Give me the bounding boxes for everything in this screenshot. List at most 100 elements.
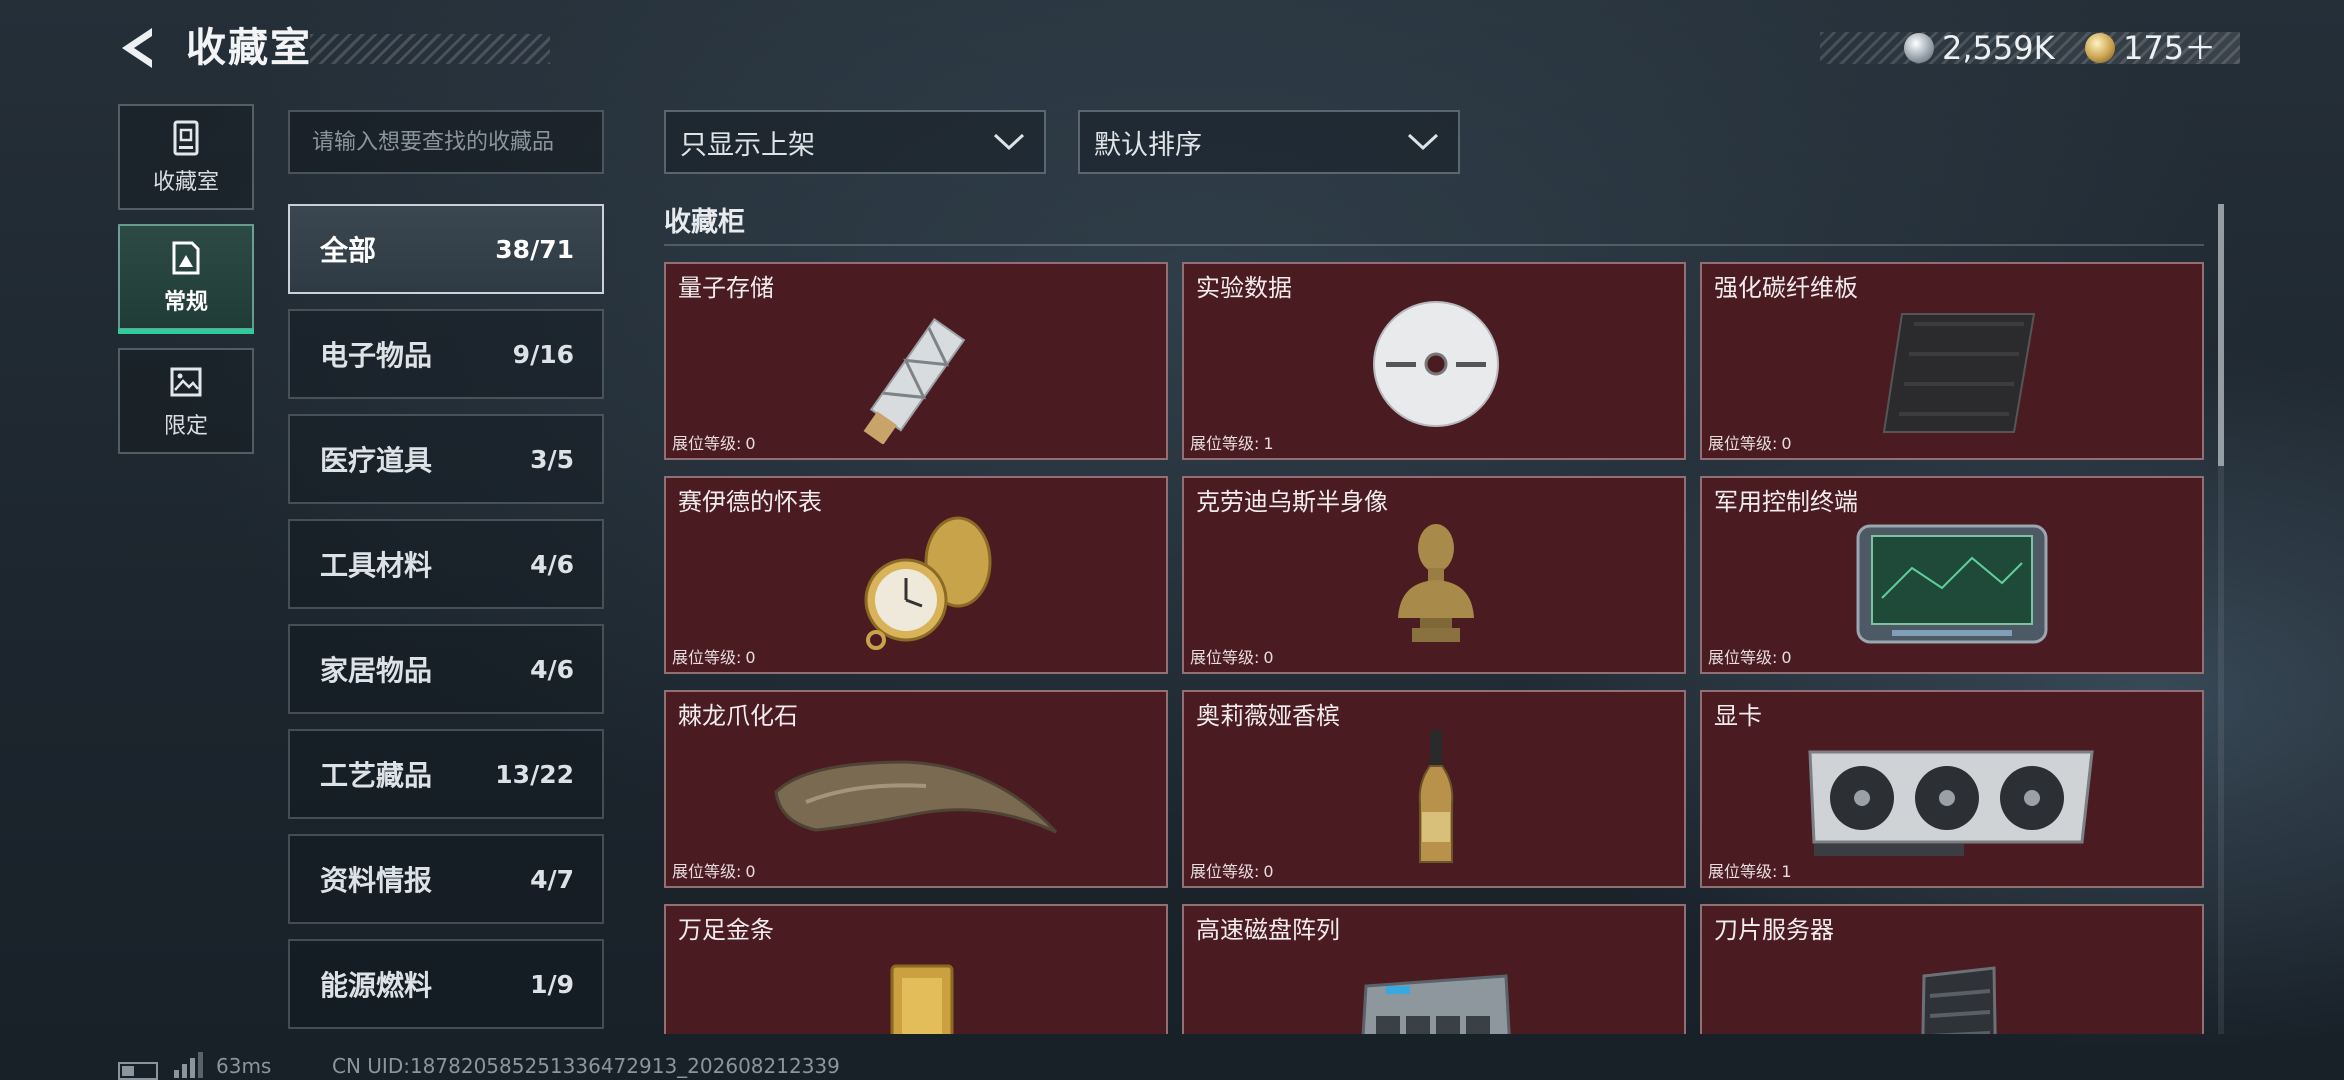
item-name: 赛伊德的怀表 (678, 488, 822, 516)
collection-grid: 量子存储 展位等级: 0 实验数据 展位等级: 1 强化碳纤维板 展位等级: 0 赛 (662, 262, 2204, 1034)
currency-value: 2,559K (1942, 29, 2055, 67)
category-count: 4/6 (530, 549, 574, 579)
booth-level: 展位等级: 1 (1708, 858, 1792, 882)
nav-tab-collection-room[interactable]: 收藏室 (118, 104, 254, 210)
control-terminal-icon (1856, 524, 2048, 644)
nav-tab-limited[interactable]: 限定 (118, 348, 254, 454)
collection-card[interactable]: 奥莉薇娅香槟 展位等级: 0 (1182, 690, 1686, 888)
nav-tab-label: 限定 (163, 414, 208, 439)
booth-level: 展位等级: 0 (1190, 858, 1274, 882)
booth-level-value: 0 (1781, 434, 1792, 453)
collection-card[interactable]: 克劳迪乌斯半身像 展位等级: 0 (1182, 476, 1686, 674)
disk-array-icon (1361, 974, 1511, 1034)
graphics-card-icon (1808, 750, 2094, 856)
booth-level-value: 1 (1263, 434, 1274, 453)
cabinet-scrollbar[interactable] (2218, 204, 2224, 1034)
category-count: 9/16 (512, 339, 574, 369)
collection-card[interactable]: 万足金条 (664, 904, 1168, 1034)
booth-level-label: 展位等级: (1708, 434, 1778, 453)
item-name: 高速磁盘阵列 (1196, 916, 1340, 944)
battery-icon (118, 1062, 158, 1080)
category-tools[interactable]: 工具材料 4/6 (288, 519, 604, 609)
category-label: 能源燃料 (320, 969, 433, 1002)
item-name: 强化碳纤维板 (1714, 274, 1858, 302)
item-name: 刀片服务器 (1714, 916, 1834, 944)
dropdown-value: 默认排序 (1094, 129, 1202, 161)
booth-level: 展位等级: 0 (1190, 644, 1274, 668)
category-crafts[interactable]: 工艺藏品 13/22 (288, 729, 604, 819)
item-name: 实验数据 (1196, 274, 1292, 302)
collection-card[interactable]: 军用控制终端 展位等级: 0 (1700, 476, 2204, 674)
back-button[interactable] (112, 22, 164, 74)
ping-latency: 63ms (216, 1054, 272, 1078)
dropdown-value: 只显示上架 (680, 129, 815, 161)
collection-card[interactable]: 显卡 展位等级: 1 (1700, 690, 2204, 888)
category-medical[interactable]: 医疗道具 3/5 (288, 414, 604, 504)
top-bar: 收藏室 2,559K 175＋ (0, 0, 2344, 100)
booth-level-value: 0 (745, 862, 756, 881)
category-label: 工艺藏品 (320, 759, 433, 792)
chevron-down-icon (993, 133, 1025, 151)
champagne-bottle-icon (1418, 730, 1454, 863)
divider (664, 244, 2204, 246)
collection-card[interactable]: 高速磁盘阵列 (1182, 904, 1686, 1034)
collection-card[interactable]: 量子存储 展位等级: 0 (664, 262, 1168, 460)
category-label: 医疗道具 (320, 444, 433, 477)
category-label: 工具材料 (320, 549, 433, 582)
booth-level-label: 展位等级: (672, 648, 742, 667)
booth-level-label: 展位等级: (1708, 862, 1778, 881)
booth-level: 展位等级: 0 (672, 430, 756, 454)
booth-level: 展位等级: 0 (1708, 644, 1792, 668)
category-household[interactable]: 家居物品 4/6 (288, 624, 604, 714)
sort-dropdown[interactable]: 默认排序 (1078, 110, 1460, 174)
category-count: 13/22 (495, 759, 574, 789)
booth-level-label: 展位等级: (672, 434, 742, 453)
collection-card[interactable]: 棘龙爪化石 展位等级: 0 (664, 690, 1168, 888)
booth-level: 展位等级: 1 (1190, 430, 1274, 454)
collection-card[interactable]: 实验数据 展位等级: 1 (1182, 262, 1686, 460)
booth-level-value: 0 (745, 434, 756, 453)
item-name: 量子存储 (678, 274, 774, 302)
item-name: 万足金条 (678, 916, 774, 944)
bust-statue-icon (1398, 524, 1474, 642)
booth-level-value: 0 (745, 648, 756, 667)
nav-tab-regular[interactable]: 常规 (118, 224, 254, 334)
booth-level-value: 1 (1781, 862, 1792, 881)
back-arrow-icon (122, 28, 152, 68)
category-count: 38/71 (495, 234, 574, 264)
title-stripe-decoration (310, 34, 550, 64)
category-intel[interactable]: 资料情报 4/7 (288, 834, 604, 924)
booth-level: 展位等级: 0 (672, 858, 756, 882)
pocket-watch-icon (864, 516, 992, 650)
signal-icon (174, 1052, 203, 1078)
claw-fossil-icon (774, 760, 1058, 834)
collection-card[interactable]: 刀片服务器 (1700, 904, 2204, 1034)
category-label: 电子物品 (320, 339, 433, 372)
category-label: 全部 (320, 234, 377, 267)
blade-server-icon (1921, 966, 1997, 1034)
booth-level-label: 展位等级: (1708, 648, 1778, 667)
gold-coin-icon (2085, 33, 2115, 63)
booth-level-label: 展位等级: (1190, 648, 1260, 667)
collection-card[interactable]: 强化碳纤维板 展位等级: 0 (1700, 262, 2204, 460)
category-count: 3/5 (530, 444, 574, 474)
usb-drive-icon (863, 318, 966, 444)
category-energy[interactable]: 能源燃料 1/9 (288, 939, 604, 1029)
landscape-icon (170, 367, 202, 397)
search-input[interactable] (288, 110, 604, 174)
booth-level-label: 展位等级: (672, 862, 742, 881)
category-all[interactable]: 全部 38/71 (288, 204, 604, 294)
currency-value: 175＋ (2123, 29, 2217, 67)
carbon-plate-icon (1882, 313, 2036, 433)
booth-level-value: 0 (1781, 648, 1792, 667)
display-filter-dropdown[interactable]: 只显示上架 (664, 110, 1046, 174)
silver-coin-icon (1904, 33, 1934, 63)
page-title: 收藏室 (186, 25, 312, 71)
category-electronics[interactable]: 电子物品 9/16 (288, 309, 604, 399)
booth-level-value: 0 (1263, 862, 1274, 881)
collection-card[interactable]: 赛伊德的怀表 展位等级: 0 (664, 476, 1168, 674)
category-count: 4/6 (530, 654, 574, 684)
scrollbar-thumb[interactable] (2218, 204, 2224, 466)
booth-level-label: 展位等级: (1190, 862, 1260, 881)
chevron-down-icon (1407, 133, 1439, 151)
